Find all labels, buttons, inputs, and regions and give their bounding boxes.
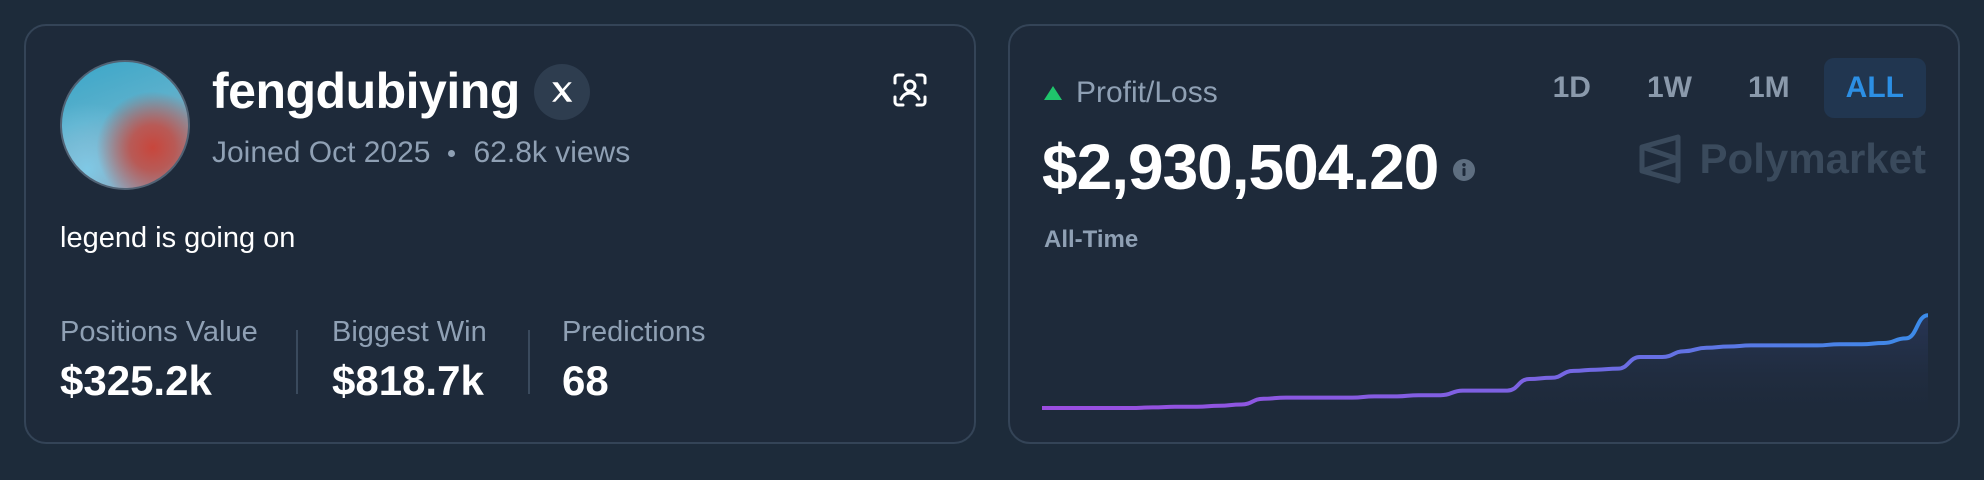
pnl-chart [1042,313,1928,426]
stat-value: $818.7k [332,357,484,404]
x-profile-button[interactable] [534,64,590,120]
timeframe-tabs: 1D 1W 1M ALL [1519,58,1926,118]
stat-divider [296,330,298,394]
view-count: 62.8k views [473,136,631,169]
tab-all[interactable]: ALL [1823,58,1926,118]
pnl-amount-row: $2,930,504.20 [1042,130,1476,204]
pnl-amount: $2,930,504.20 [1042,131,1439,203]
profit-loss-card: Profit/Loss 1D 1W 1M ALL $2,930,504.20 P… [1008,24,1960,444]
pnl-header: Profit/Loss [1044,76,1218,110]
up-triangle-icon [1044,86,1062,100]
profile-meta: Joined Oct 2025 62.8k views [212,136,630,170]
stat-label: Positions Value [60,316,258,348]
tab-1m[interactable]: 1M [1726,58,1812,118]
pnl-title: Profit/Loss [1076,76,1218,109]
stat-value: 68 [562,357,609,404]
stat-label: Biggest Win [332,316,487,348]
x-logo-icon [552,82,573,102]
stat-biggest-win: Biggest Win $818.7k [332,316,487,405]
profile-card: fengdubiying Joined Oct 2025 62.8k views… [24,24,976,444]
joined-date: Joined Oct 2025 [212,136,431,169]
polymarket-logo-icon [1639,134,1681,184]
polymarket-brand: Polymarket [1638,134,1926,184]
chart-area-fill [1042,315,1928,426]
stat-positions-value: Positions Value $325.2k [60,316,258,405]
username: fengdubiying [212,63,520,119]
stat-label: Predictions [562,316,706,348]
profile-bio: legend is going on [60,222,296,254]
stat-value: $325.2k [60,357,212,404]
avatar[interactable] [60,60,190,190]
stat-predictions: Predictions 68 [562,316,705,405]
info-icon[interactable] [1452,158,1476,182]
tab-1w[interactable]: 1W [1625,58,1714,118]
brand-name: Polymarket [1699,135,1926,182]
share-profile-button[interactable] [892,72,928,108]
separator-dot [448,149,456,157]
stat-divider [528,330,530,394]
scan-user-icon [893,73,927,107]
tab-1d[interactable]: 1D [1531,58,1613,118]
period-label: All-Time [1044,226,1139,253]
